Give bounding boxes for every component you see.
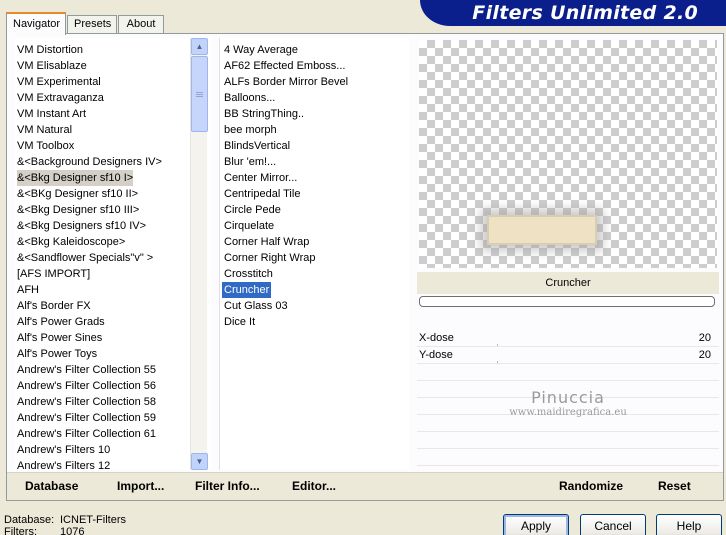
category-item[interactable]: &<BKg Designer sf10 II> bbox=[17, 186, 138, 202]
navigator-panel: VM Distortion VM Elisablaze VM Experimenta… bbox=[6, 33, 724, 501]
param-value: 20 bbox=[698, 332, 711, 344]
reset-button[interactable]: Reset bbox=[658, 479, 691, 493]
param-y-dose[interactable]: Y-dose 20 bbox=[417, 347, 719, 364]
param-empty-row bbox=[417, 398, 719, 415]
filter-item[interactable]: Center Mirror... bbox=[222, 170, 299, 186]
filter-item[interactable]: Cut Glass 03 bbox=[222, 298, 290, 314]
category-item[interactable]: Alf's Border FX bbox=[17, 298, 91, 314]
category-item[interactable]: Andrew's Filter Collection 58 bbox=[17, 394, 156, 410]
database-info: Database: ICNET-Filters Filters: 1076 bbox=[4, 514, 126, 535]
category-item[interactable]: VM Distortion bbox=[17, 42, 83, 58]
help-button[interactable]: Help bbox=[656, 514, 722, 535]
category-scrollbar[interactable]: ▲ ▼ bbox=[190, 38, 208, 470]
filter-info-button[interactable]: Filter Info... bbox=[195, 479, 260, 493]
category-item[interactable]: Andrew's Filter Collection 59 bbox=[17, 410, 156, 426]
param-slider[interactable] bbox=[497, 344, 689, 346]
preview-image bbox=[487, 215, 597, 245]
filter-item[interactable]: Crosstitch bbox=[222, 266, 275, 282]
category-item[interactable]: &<Bkg Kaleidoscope> bbox=[17, 234, 125, 250]
import-button[interactable]: Import... bbox=[117, 479, 164, 493]
filter-item[interactable]: Cirquelate bbox=[222, 218, 276, 234]
filter-item[interactable]: bee morph bbox=[222, 122, 279, 138]
tab-about[interactable]: About bbox=[118, 15, 164, 34]
app-title: Filters Unlimited 2.0 bbox=[472, 2, 698, 24]
filter-item[interactable]: Blur 'em!... bbox=[222, 154, 278, 170]
bottom-toolbar: Database Import... Filter Info... Editor… bbox=[7, 472, 723, 500]
filters-count-value: 1076 bbox=[60, 526, 85, 535]
database-button[interactable]: Database bbox=[25, 479, 78, 493]
filter-item[interactable]: ALFs Border Mirror Bevel bbox=[222, 74, 350, 90]
category-item[interactable]: VM Extravaganza bbox=[17, 90, 104, 106]
filter-item[interactable]: 4 Way Average bbox=[222, 42, 300, 58]
category-item[interactable]: Alf's Power Grads bbox=[17, 314, 105, 330]
category-item[interactable]: Andrew's Filter Collection 56 bbox=[17, 378, 156, 394]
category-item[interactable]: Andrew's Filters 10 bbox=[17, 442, 110, 458]
scroll-down-button[interactable]: ▼ bbox=[191, 453, 208, 470]
filter-item[interactable]: Balloons... bbox=[222, 90, 277, 106]
tab-presets[interactable]: Presets bbox=[67, 15, 117, 34]
category-item[interactable]: VM Toolbox bbox=[17, 138, 74, 154]
filter-item[interactable]: Cruncher bbox=[222, 282, 272, 298]
progress-bar bbox=[419, 296, 715, 307]
filter-item[interactable]: Corner Half Wrap bbox=[222, 234, 311, 250]
scroll-up-button[interactable]: ▲ bbox=[191, 38, 208, 55]
filter-list[interactable]: 4 Way Average AF62 Effected Emboss... ALFs… bbox=[219, 38, 409, 470]
filter-item[interactable]: Corner Right Wrap bbox=[222, 250, 318, 266]
filter-item[interactable]: Centripedal Tile bbox=[222, 186, 302, 202]
parameter-list: X-dose 20 Y-dose 20 bbox=[417, 330, 719, 483]
category-item[interactable]: &<Background Designers IV> bbox=[17, 154, 162, 170]
category-item[interactable]: Andrew's Filter Collection 61 bbox=[17, 426, 156, 442]
param-label: X-dose bbox=[419, 332, 454, 344]
filter-item[interactable]: Circle Pede bbox=[222, 202, 283, 218]
scroll-thumb[interactable] bbox=[191, 56, 208, 132]
tab-navigator[interactable]: Navigator bbox=[6, 12, 66, 35]
param-empty-row bbox=[417, 415, 719, 432]
filter-item[interactable]: Dice It bbox=[222, 314, 257, 330]
category-item[interactable]: Alf's Power Sines bbox=[17, 330, 102, 346]
param-label: Y-dose bbox=[419, 349, 453, 361]
param-empty-row bbox=[417, 381, 719, 398]
filter-item[interactable]: BlindsVertical bbox=[222, 138, 292, 154]
category-item[interactable]: &<Bkg Designer sf10 I> bbox=[17, 170, 134, 186]
selected-filter-name: Cruncher bbox=[417, 272, 719, 294]
param-empty-row bbox=[417, 449, 719, 466]
randomize-button[interactable]: Randomize bbox=[559, 479, 623, 493]
database-value: ICNET-Filters bbox=[60, 514, 126, 526]
app-banner: Filters Unlimited 2.0 bbox=[420, 0, 726, 26]
param-x-dose[interactable]: X-dose 20 bbox=[417, 330, 719, 347]
category-item[interactable]: AFH bbox=[17, 282, 39, 298]
editor-button[interactable]: Editor... bbox=[292, 479, 336, 493]
filters-count-label: Filters: bbox=[4, 526, 37, 535]
category-list[interactable]: VM Distortion VM Elisablaze VM Experimenta… bbox=[15, 38, 211, 472]
category-item[interactable]: &<Bkg Designer sf10 III> bbox=[17, 202, 139, 218]
filter-item[interactable]: AF62 Effected Emboss... bbox=[222, 58, 347, 74]
cancel-button[interactable]: Cancel bbox=[580, 514, 646, 535]
category-item[interactable]: &<Sandflower Specials"v" > bbox=[17, 250, 153, 266]
database-label: Database: bbox=[4, 514, 55, 526]
filter-item[interactable]: BB StringThing.. bbox=[222, 106, 306, 122]
category-item[interactable]: [AFS IMPORT] bbox=[17, 266, 90, 282]
category-item[interactable]: VM Experimental bbox=[17, 74, 101, 90]
apply-button[interactable]: Apply bbox=[503, 514, 569, 535]
param-empty-row bbox=[417, 364, 719, 381]
param-empty-row bbox=[417, 432, 719, 449]
category-item[interactable]: VM Elisablaze bbox=[17, 58, 87, 74]
category-item[interactable]: Andrew's Filter Collection 55 bbox=[17, 362, 156, 378]
category-item[interactable]: VM Natural bbox=[17, 122, 72, 138]
category-item[interactable]: VM Instant Art bbox=[17, 106, 86, 122]
category-item[interactable]: &<Bkg Designers sf10 IV> bbox=[17, 218, 146, 234]
preview-area bbox=[419, 40, 717, 268]
param-slider[interactable] bbox=[497, 361, 689, 363]
category-item[interactable]: Alf's Power Toys bbox=[17, 346, 97, 362]
param-value: 20 bbox=[698, 349, 711, 361]
